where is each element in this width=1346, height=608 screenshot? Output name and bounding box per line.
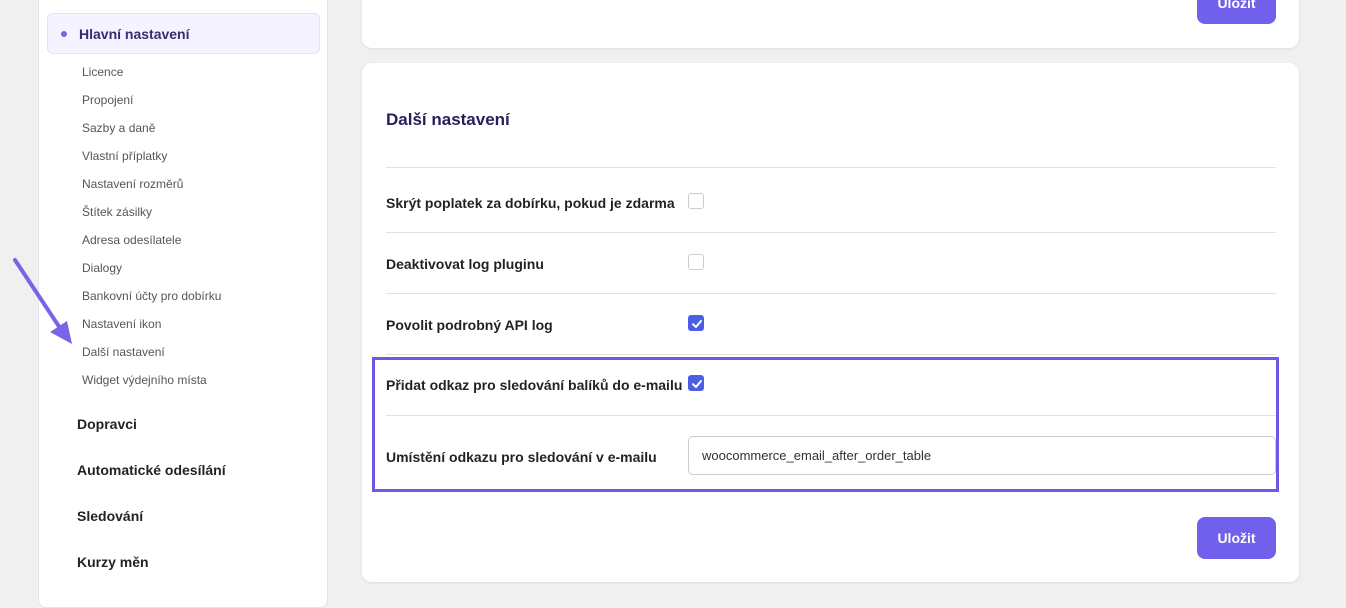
hide-cod-fee-label: Skrýt poplatek za dobírku, pokud je zdar… [386, 195, 675, 211]
divider [386, 293, 1276, 294]
sidebar-item-main-settings[interactable]: Hlavní nastavení [47, 13, 320, 54]
sidebar-item-carriers[interactable]: Dopravci [77, 416, 137, 432]
sidebar-subitem-pickup-widget[interactable]: Widget výdejního místa [82, 373, 207, 387]
sidebar-subitem-connection[interactable]: Propojení [82, 93, 133, 107]
verbose-api-log-checkbox[interactable] [688, 315, 704, 331]
save-button[interactable]: Uložit [1197, 517, 1276, 559]
sidebar-subitem-dialogs[interactable]: Dialogy [82, 261, 122, 275]
checkmark-icon [692, 380, 702, 388]
divider [386, 232, 1276, 233]
sidebar-subitem-sender-address[interactable]: Adresa odesílatele [82, 233, 181, 247]
sidebar-item-auto-sending[interactable]: Automatické odesílání [77, 462, 226, 478]
section-title: Další nastavení [386, 110, 510, 129]
annotation-arrow-icon [13, 258, 72, 344]
hide-cod-fee-checkbox[interactable] [688, 193, 704, 209]
sidebar-subitem-icon-settings[interactable]: Nastavení ikon [82, 317, 161, 331]
save-button-top[interactable]: Uložit [1197, 0, 1276, 24]
settings-sidebar: Hlavní nastavení Licence Propojení Sazby… [38, 0, 328, 608]
divider [386, 167, 1276, 168]
divider [386, 354, 1276, 355]
tracking-link-email-checkbox[interactable] [688, 375, 704, 391]
other-settings-card: Další nastavení Skrýt poplatek za dobírk… [362, 63, 1299, 582]
sidebar-item-label: Hlavní nastavení [79, 25, 190, 42]
divider [386, 415, 1276, 416]
tracking-link-email-label: Přidat odkaz pro sledování balíků do e-m… [386, 377, 683, 393]
disable-plugin-log-label: Deaktivovat log pluginu [386, 256, 544, 272]
tracking-link-location-label: Umístění odkazu pro sledování v e-mailu [386, 449, 657, 465]
sidebar-subitem-dimension-settings[interactable]: Nastavení rozměrů [82, 177, 183, 191]
sidebar-subitem-shipping-label[interactable]: Štítek zásilky [82, 205, 152, 219]
tracking-link-location-input[interactable] [688, 436, 1276, 475]
verbose-api-log-label: Povolit podrobný API log [386, 317, 553, 333]
sidebar-subitem-rates-taxes[interactable]: Sazby a daně [82, 121, 155, 135]
sidebar-subitem-custom-surcharges[interactable]: Vlastní příplatky [82, 149, 167, 163]
checkmark-icon [692, 320, 702, 328]
sidebar-subitem-bank-accounts[interactable]: Bankovní účty pro dobírku [82, 289, 221, 303]
disable-plugin-log-checkbox[interactable] [688, 254, 704, 270]
active-dot-icon [61, 30, 67, 37]
sidebar-item-tracking[interactable]: Sledování [77, 508, 143, 524]
sidebar-subitem-licence[interactable]: Licence [82, 65, 123, 79]
settings-card-top: Uložit [362, 0, 1299, 48]
sidebar-item-exchange-rates[interactable]: Kurzy měn [77, 554, 149, 570]
sidebar-subitem-other-settings[interactable]: Další nastavení [82, 345, 165, 359]
